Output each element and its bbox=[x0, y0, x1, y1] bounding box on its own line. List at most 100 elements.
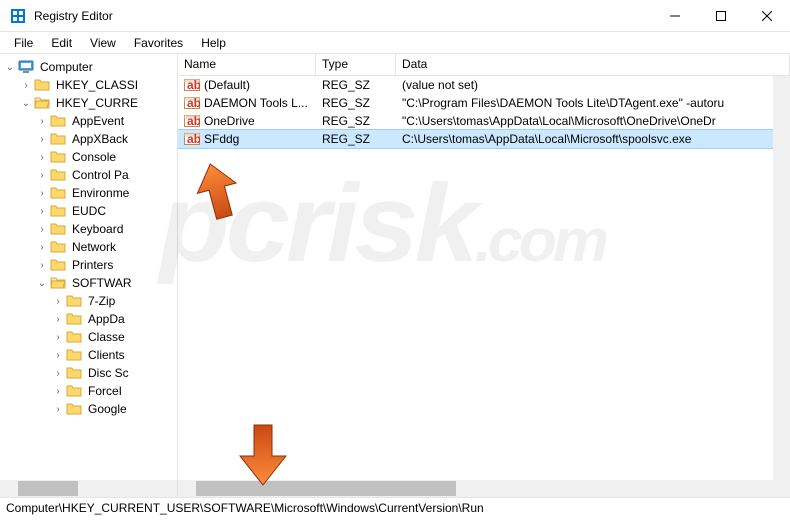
expand-icon[interactable]: › bbox=[20, 80, 32, 91]
folder-icon bbox=[66, 293, 82, 309]
expand-icon[interactable]: ⌄ bbox=[20, 98, 32, 109]
column-headers: Name Type Data bbox=[178, 54, 790, 76]
value-data: "C:\Users\tomas\AppData\Local\Microsoft\… bbox=[396, 114, 790, 128]
expand-icon[interactable]: › bbox=[36, 260, 48, 271]
window-title: Registry Editor bbox=[34, 9, 652, 23]
expand-icon[interactable]: › bbox=[36, 116, 48, 127]
minimize-button[interactable] bbox=[652, 0, 698, 31]
value-type: REG_SZ bbox=[316, 96, 396, 110]
address-path: Computer\HKEY_CURRENT_USER\SOFTWARE\Micr… bbox=[6, 501, 484, 515]
status-bar: Computer\HKEY_CURRENT_USER\SOFTWARE\Micr… bbox=[0, 497, 790, 519]
tree-node[interactable]: Environme bbox=[70, 185, 131, 201]
expand-icon[interactable]: › bbox=[52, 296, 64, 307]
expand-icon[interactable]: › bbox=[52, 386, 64, 397]
folder-icon bbox=[66, 311, 82, 327]
maximize-button[interactable] bbox=[698, 0, 744, 31]
tree-node[interactable]: Control Pa bbox=[70, 167, 131, 183]
menu-view[interactable]: View bbox=[82, 34, 124, 52]
tree-node[interactable]: HKEY_CLASSI bbox=[54, 77, 140, 93]
column-data[interactable]: Data bbox=[396, 54, 790, 75]
tree-node[interactable]: Disc Sc bbox=[86, 365, 131, 381]
expand-icon[interactable]: › bbox=[36, 170, 48, 181]
folder-icon bbox=[66, 329, 82, 345]
values-vertical-scrollbar[interactable] bbox=[773, 76, 790, 480]
folder-icon bbox=[50, 167, 66, 183]
folder-icon bbox=[66, 347, 82, 363]
tree-horizontal-scrollbar[interactable] bbox=[0, 480, 177, 497]
values-panel: Name Type Data ab (Default) REG_SZ(value n… bbox=[178, 54, 790, 497]
menu-help[interactable]: Help bbox=[193, 34, 234, 52]
value-name: (Default) bbox=[204, 78, 250, 92]
svg-text:ab: ab bbox=[187, 132, 200, 146]
tree-node[interactable]: Console bbox=[70, 149, 118, 165]
tree-node[interactable]: Network bbox=[70, 239, 118, 255]
value-data: (value not set) bbox=[396, 78, 790, 92]
folder-icon bbox=[66, 365, 82, 381]
app-icon bbox=[10, 8, 26, 24]
folder-icon bbox=[66, 401, 82, 417]
tree-node[interactable]: Classe bbox=[86, 329, 127, 345]
tree-node[interactable]: Clients bbox=[86, 347, 127, 363]
svg-text:ab: ab bbox=[187, 78, 200, 92]
tree-node[interactable]: Printers bbox=[70, 257, 115, 273]
values-horizontal-scrollbar[interactable] bbox=[178, 480, 790, 497]
title-bar: Registry Editor bbox=[0, 0, 790, 32]
folder-icon bbox=[50, 113, 66, 129]
svg-text:ab: ab bbox=[187, 114, 200, 128]
value-row[interactable]: abSFddgREG_SZC:\Users\tomas\AppData\Loca… bbox=[178, 130, 790, 148]
string-value-icon: ab bbox=[184, 77, 200, 93]
expand-icon[interactable]: › bbox=[36, 152, 48, 163]
folder-icon bbox=[50, 149, 66, 165]
tree-node[interactable]: AppDa bbox=[86, 311, 127, 327]
expand-icon[interactable]: › bbox=[52, 404, 64, 415]
folder-icon bbox=[50, 239, 66, 255]
expand-icon[interactable]: › bbox=[36, 206, 48, 217]
value-data: C:\Users\tomas\AppData\Local\Microsoft\s… bbox=[396, 132, 790, 146]
expand-icon[interactable]: ⌄ bbox=[36, 278, 48, 289]
expand-icon[interactable]: › bbox=[52, 350, 64, 361]
menu-file[interactable]: File bbox=[6, 34, 41, 52]
expand-icon[interactable]: › bbox=[52, 332, 64, 343]
folder-icon bbox=[50, 185, 66, 201]
value-row[interactable]: ab(Default)REG_SZ(value not set) bbox=[178, 76, 790, 94]
svg-text:ab: ab bbox=[187, 96, 200, 110]
tree-node[interactable]: SOFTWAR bbox=[70, 275, 134, 291]
tree-node[interactable]: 7-Zip bbox=[86, 293, 117, 309]
tree-node[interactable]: AppEvent bbox=[70, 113, 126, 129]
expand-icon[interactable]: › bbox=[36, 188, 48, 199]
menu-edit[interactable]: Edit bbox=[43, 34, 80, 52]
tree-node[interactable]: EUDC bbox=[70, 203, 108, 219]
computer-icon bbox=[18, 59, 34, 75]
scrollbar-thumb[interactable] bbox=[18, 481, 78, 496]
value-data: "C:\Program Files\DAEMON Tools Lite\DTAg… bbox=[396, 96, 790, 110]
main-content: ⌄ Computer › HKEY_CLASSI ⌄ HKEY_CURRE › AppE… bbox=[0, 54, 790, 497]
tree-panel: ⌄ Computer › HKEY_CLASSI ⌄ HKEY_CURRE › AppE… bbox=[0, 54, 178, 497]
value-name: DAEMON Tools L... bbox=[204, 96, 308, 110]
folder-icon bbox=[66, 383, 82, 399]
value-row[interactable]: ab DAEMON Tools L... REG_SZ"C:\Program Fil… bbox=[178, 94, 790, 112]
tree-node-computer[interactable]: Computer bbox=[38, 59, 95, 75]
scrollbar-thumb[interactable] bbox=[196, 481, 456, 496]
column-name[interactable]: Name bbox=[178, 54, 316, 75]
expand-icon[interactable]: ⌄ bbox=[4, 62, 16, 73]
column-type[interactable]: Type bbox=[316, 54, 396, 75]
string-value-icon: ab bbox=[184, 113, 200, 129]
value-row[interactable]: abOneDriveREG_SZ"C:\Users\tomas\AppData\… bbox=[178, 112, 790, 130]
menu-bar: File Edit View Favorites Help bbox=[0, 32, 790, 54]
tree-node[interactable]: Google bbox=[86, 401, 129, 417]
folder-icon bbox=[50, 131, 66, 147]
menu-favorites[interactable]: Favorites bbox=[126, 34, 191, 52]
expand-icon[interactable]: › bbox=[52, 368, 64, 379]
folder-open-icon bbox=[34, 95, 50, 111]
expand-icon[interactable]: › bbox=[52, 314, 64, 325]
tree-node[interactable]: AppXBack bbox=[70, 131, 130, 147]
value-name: SFddg bbox=[204, 132, 239, 146]
value-name: OneDrive bbox=[204, 114, 255, 128]
expand-icon[interactable]: › bbox=[36, 134, 48, 145]
expand-icon[interactable]: › bbox=[36, 224, 48, 235]
close-button[interactable] bbox=[744, 0, 790, 31]
expand-icon[interactable]: › bbox=[36, 242, 48, 253]
tree-node-hkcu[interactable]: HKEY_CURRE bbox=[54, 95, 140, 111]
tree-node[interactable]: ForceI bbox=[86, 383, 124, 399]
tree-node[interactable]: Keyboard bbox=[70, 221, 125, 237]
